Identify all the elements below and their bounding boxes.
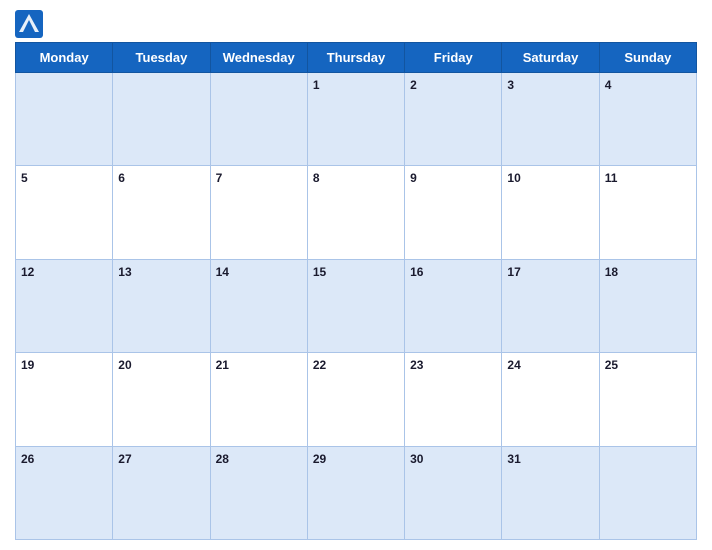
day-number: 19 bbox=[21, 358, 34, 372]
day-number: 30 bbox=[410, 452, 423, 466]
day-number: 5 bbox=[21, 171, 28, 185]
calendar-day-cell: 31 bbox=[502, 446, 599, 539]
day-number: 25 bbox=[605, 358, 618, 372]
weekday-header-sunday: Sunday bbox=[599, 43, 696, 73]
weekday-header-friday: Friday bbox=[405, 43, 502, 73]
day-number: 21 bbox=[216, 358, 229, 372]
day-number: 10 bbox=[507, 171, 520, 185]
day-number: 4 bbox=[605, 78, 612, 92]
calendar-day-cell: 6 bbox=[113, 166, 210, 259]
day-number: 12 bbox=[21, 265, 34, 279]
day-number: 16 bbox=[410, 265, 423, 279]
day-number: 28 bbox=[216, 452, 229, 466]
calendar-week-row: 5 6 7 8 9 10 11 bbox=[16, 166, 697, 259]
calendar-day-cell: 5 bbox=[16, 166, 113, 259]
calendar-day-cell: 27 bbox=[113, 446, 210, 539]
calendar-day-cell: 10 bbox=[502, 166, 599, 259]
calendar-day-cell: 16 bbox=[405, 259, 502, 352]
day-number: 8 bbox=[313, 171, 320, 185]
weekday-header-tuesday: Tuesday bbox=[113, 43, 210, 73]
day-number: 26 bbox=[21, 452, 34, 466]
calendar-day-cell: 22 bbox=[307, 353, 404, 446]
weekday-header-wednesday: Wednesday bbox=[210, 43, 307, 73]
day-number: 1 bbox=[313, 78, 320, 92]
day-number: 18 bbox=[605, 265, 618, 279]
day-number: 24 bbox=[507, 358, 520, 372]
calendar-day-cell: 14 bbox=[210, 259, 307, 352]
weekday-header-thursday: Thursday bbox=[307, 43, 404, 73]
calendar-day-cell: 8 bbox=[307, 166, 404, 259]
calendar-day-cell: 21 bbox=[210, 353, 307, 446]
weekday-header-monday: Monday bbox=[16, 43, 113, 73]
day-number: 27 bbox=[118, 452, 131, 466]
calendar-week-row: 1 2 3 4 bbox=[16, 73, 697, 166]
day-number: 15 bbox=[313, 265, 326, 279]
calendar-day-cell: 20 bbox=[113, 353, 210, 446]
day-number: 7 bbox=[216, 171, 223, 185]
day-number: 23 bbox=[410, 358, 423, 372]
day-number: 11 bbox=[605, 171, 618, 185]
day-number: 6 bbox=[118, 171, 125, 185]
calendar-day-cell: 25 bbox=[599, 353, 696, 446]
calendar-day-cell: 23 bbox=[405, 353, 502, 446]
calendar-week-row: 19 20 21 22 23 24 25 bbox=[16, 353, 697, 446]
calendar-header bbox=[15, 10, 697, 38]
calendar-day-cell bbox=[210, 73, 307, 166]
calendar-day-cell: 12 bbox=[16, 259, 113, 352]
weekday-header-saturday: Saturday bbox=[502, 43, 599, 73]
calendar-week-row: 12 13 14 15 16 17 18 bbox=[16, 259, 697, 352]
day-number: 13 bbox=[118, 265, 131, 279]
calendar-day-cell: 4 bbox=[599, 73, 696, 166]
calendar-day-cell: 29 bbox=[307, 446, 404, 539]
logo-icon bbox=[15, 10, 43, 38]
day-number: 3 bbox=[507, 78, 514, 92]
calendar-day-cell: 28 bbox=[210, 446, 307, 539]
calendar-day-cell bbox=[113, 73, 210, 166]
calendar-table: MondayTuesdayWednesdayThursdayFridaySatu… bbox=[15, 42, 697, 540]
calendar-day-cell bbox=[599, 446, 696, 539]
logo bbox=[15, 10, 47, 38]
calendar-day-cell: 3 bbox=[502, 73, 599, 166]
calendar-day-cell: 1 bbox=[307, 73, 404, 166]
day-number: 2 bbox=[410, 78, 417, 92]
day-number: 31 bbox=[507, 452, 520, 466]
calendar-day-cell bbox=[16, 73, 113, 166]
calendar-day-cell: 2 bbox=[405, 73, 502, 166]
calendar-day-cell: 9 bbox=[405, 166, 502, 259]
calendar-day-cell: 26 bbox=[16, 446, 113, 539]
calendar-day-cell: 13 bbox=[113, 259, 210, 352]
calendar-day-cell: 11 bbox=[599, 166, 696, 259]
day-number: 22 bbox=[313, 358, 326, 372]
calendar-day-cell: 18 bbox=[599, 259, 696, 352]
day-number: 17 bbox=[507, 265, 520, 279]
day-number: 20 bbox=[118, 358, 131, 372]
weekday-header-row: MondayTuesdayWednesdayThursdayFridaySatu… bbox=[16, 43, 697, 73]
day-number: 9 bbox=[410, 171, 417, 185]
calendar-day-cell: 24 bbox=[502, 353, 599, 446]
calendar-day-cell: 7 bbox=[210, 166, 307, 259]
calendar-week-row: 26 27 28 29 30 31 bbox=[16, 446, 697, 539]
day-number: 14 bbox=[216, 265, 229, 279]
calendar-day-cell: 19 bbox=[16, 353, 113, 446]
calendar-day-cell: 17 bbox=[502, 259, 599, 352]
calendar-day-cell: 30 bbox=[405, 446, 502, 539]
day-number: 29 bbox=[313, 452, 326, 466]
calendar-day-cell: 15 bbox=[307, 259, 404, 352]
